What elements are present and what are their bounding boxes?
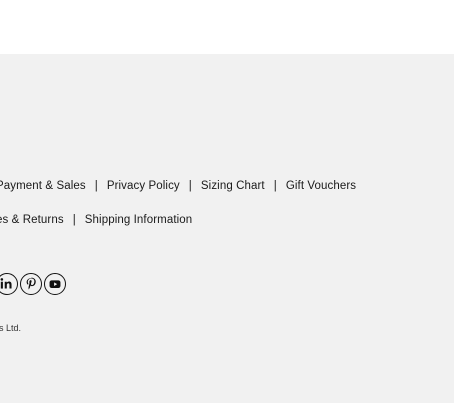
exchanges-returns-link[interactable]: es & Returns <box>0 214 64 226</box>
link-separator: | <box>72 214 76 226</box>
gift-vouchers-link[interactable]: Gift Vouchers <box>286 180 356 192</box>
linkedin-icon[interactable] <box>0 273 18 295</box>
site-footer: Payment & Sales | Privacy Policy | Sizing Ch… <box>0 54 454 403</box>
payment-sales-link[interactable]: Payment & Sales <box>0 180 86 192</box>
social-icons <box>0 273 68 297</box>
footer-links-row-1: Payment & Sales | Privacy Policy | Sizing Ch… <box>0 180 356 192</box>
sizing-chart-link[interactable]: Sizing Chart <box>201 180 265 192</box>
footer-links-row-2: es & Returns | Shipping Information <box>0 214 192 226</box>
shipping-information-link[interactable]: Shipping Information <box>85 214 192 226</box>
link-separator: | <box>188 180 192 192</box>
link-separator: | <box>273 180 277 192</box>
pinterest-icon[interactable] <box>20 273 42 295</box>
copyright-text: es Ltd. <box>0 323 22 333</box>
privacy-policy-link[interactable]: Privacy Policy <box>107 180 180 192</box>
link-separator: | <box>94 180 98 192</box>
youtube-icon[interactable] <box>44 273 66 295</box>
